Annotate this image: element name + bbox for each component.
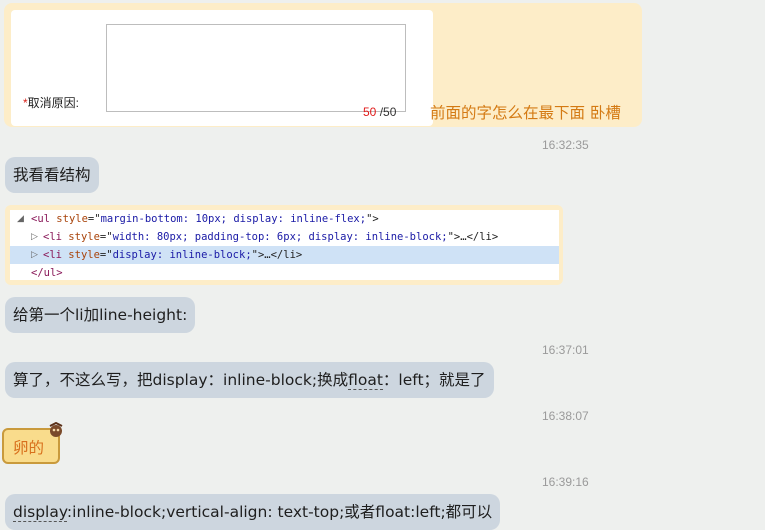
dom-node-ul-close: </ul>	[31, 267, 63, 279]
timestamp: 16:38:07	[542, 409, 589, 423]
sticker-decoration-icon	[49, 422, 63, 437]
form-screenshot: *取消原因: 50 /50	[11, 10, 433, 126]
expand-triangle-icon: ▷	[31, 232, 38, 242]
collapse-triangle-icon: ◢	[17, 214, 24, 224]
cancel-reason-label: *取消原因:	[23, 96, 80, 110]
expand-triangle-icon: ▷	[31, 250, 38, 260]
sticker-text: 卵的	[13, 439, 45, 457]
timestamp: 16:39:16	[542, 475, 589, 489]
message-bubble-devtools-screenshot: ◢ <ul style="margin-bottom: 10px; displa…	[5, 205, 563, 285]
dom-node-ul: ◢ <ul style="margin-bottom: 10px; displa…	[10, 210, 559, 228]
cancel-reason-textarea[interactable]	[106, 24, 406, 112]
dom-node-li-first: ▷ <li style="width: 80px; padding-top: 6…	[10, 228, 559, 246]
message-bubble-quoted-screenshot: *取消原因: 50 /50 前面的字怎么在最下面 卧槽	[4, 3, 642, 127]
message-bubble-incoming: display:inline-block;vertical-align: tex…	[5, 494, 501, 530]
dom-node-li-second: ▷ <li style="display: inline-block;">…</…	[10, 246, 559, 264]
message-bubble-incoming: 给第一个li加line-height:	[5, 297, 196, 333]
devtools-elements-panel: ◢ <ul style="margin-bottom: 10px; displa…	[10, 210, 559, 280]
char-counter: 50 /50	[363, 105, 397, 119]
timestamp: 16:32:35	[542, 138, 589, 152]
message-bubble-incoming: 我看看结构	[5, 157, 99, 193]
timestamp: 16:37:01	[542, 343, 589, 357]
message-bubble-incoming: 算了，不这么写，把display：inline-block;换成float：le…	[5, 362, 494, 398]
message-text: 前面的字怎么在最下面 卧槽	[430, 104, 621, 122]
